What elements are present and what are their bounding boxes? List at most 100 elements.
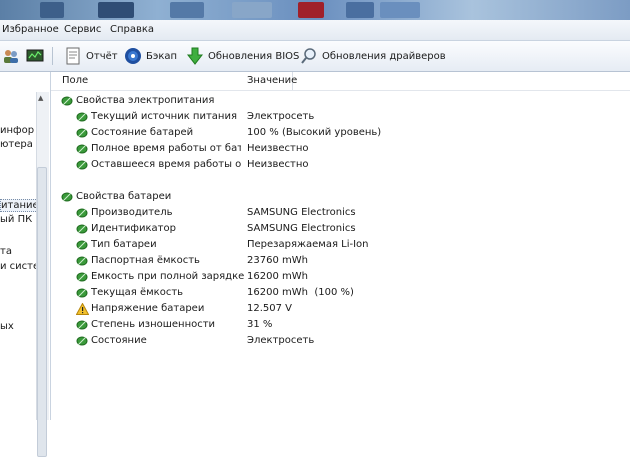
row-field: Оставшееся время работы от ...	[91, 159, 241, 170]
table-row[interactable]: Производитель SAMSUNG Electronics	[51, 205, 630, 221]
green-leaf-battery-icon	[76, 287, 89, 299]
tree-item[interactable]: ютера	[0, 139, 36, 150]
row-value: Электросеть	[247, 111, 315, 122]
row-field: Паспортная ёмкость	[91, 255, 200, 266]
table-row[interactable]: Текущая ёмкость 16200 mWh (100 %)	[51, 285, 630, 301]
tree-item[interactable]: та	[0, 246, 36, 257]
row-value: SAMSUNG Electronics	[247, 207, 356, 218]
tree-item[interactable]: инфор	[0, 125, 36, 136]
row-field: Ёмкость при полной зарядке	[91, 271, 245, 282]
taskbar-thumbnail	[346, 2, 374, 18]
group-header-power[interactable]: Свойства электропитания	[51, 93, 630, 109]
table-row[interactable]: Тип батареи Перезаряжаемая Li-Ion	[51, 237, 630, 253]
green-leaf-battery-icon	[61, 191, 74, 203]
warning-triangle-icon	[75, 302, 90, 315]
users-button[interactable]	[2, 46, 24, 66]
green-leaf-battery-icon	[76, 255, 89, 267]
taskbar-thumbnail	[98, 2, 134, 18]
green-leaf-battery-icon	[76, 239, 89, 251]
menu-favorites[interactable]: Избранное	[2, 24, 59, 35]
left-scrollbar-thumb[interactable]	[37, 167, 47, 457]
row-value: SAMSUNG Electronics	[247, 223, 356, 234]
table-row[interactable]: Паспортная ёмкость 23760 mWh	[51, 253, 630, 269]
monitor-button[interactable]	[26, 46, 48, 66]
green-leaf-battery-icon	[76, 127, 89, 139]
menu-service[interactable]: Сервис	[64, 24, 101, 35]
taskbar-thumbnail	[170, 2, 204, 18]
column-header-field[interactable]: Поле	[62, 75, 88, 86]
taskbar-thumbnail	[298, 2, 324, 18]
table-row[interactable]: Идентификатор SAMSUNG Electronics	[51, 221, 630, 237]
monitor-icon	[26, 47, 44, 65]
left-tree-pane: инфор ютера итание ый ПК та и систем ых …	[0, 72, 51, 457]
table-row[interactable]: Полное время работы от бата... Неизвестн…	[51, 141, 630, 157]
taskbar-thumbnail	[232, 2, 272, 18]
green-leaf-battery-icon	[61, 95, 74, 107]
window-title-strip	[0, 0, 630, 20]
row-field: Текущий источник питания	[91, 111, 237, 122]
report-button[interactable]: Отчёт	[64, 46, 118, 66]
group-title: Свойства электропитания	[76, 95, 215, 106]
table-row[interactable]: Ёмкость при полной зарядке 16200 mWh	[51, 269, 630, 285]
row-value: 16200 mWh	[247, 271, 308, 282]
scroll-up-icon[interactable]: ▲	[38, 94, 43, 102]
green-leaf-battery-icon	[76, 143, 89, 155]
backup-button[interactable]: Бэкап	[124, 46, 177, 66]
tree-item[interactable]: ых	[0, 321, 36, 332]
green-leaf-battery-icon	[76, 207, 89, 219]
table-row-warning[interactable]: Напряжение батареи 12.507 V	[51, 301, 630, 317]
table-row[interactable]: Степень изношенности 31 %	[51, 317, 630, 333]
row-value: 31 %	[247, 319, 273, 330]
tree-item[interactable]: ый ПК	[0, 214, 36, 225]
tree-item-selected[interactable]: итание	[0, 199, 38, 212]
taskbar-thumbnail	[380, 2, 420, 18]
magnifier-icon	[300, 47, 318, 65]
driver-updates-label: Обновления драйверов	[322, 50, 446, 62]
table-row[interactable]: Состояние Электросеть	[51, 333, 630, 349]
row-field: Полное время работы от бата...	[91, 143, 241, 154]
table-row[interactable]: Текущий источник питания Электросеть	[51, 109, 630, 125]
row-value: 100 % (Высокий уровень)	[247, 127, 382, 138]
tree-item[interactable]: и систем	[0, 261, 36, 272]
green-leaf-battery-icon	[76, 223, 89, 235]
toolbar: Отчёт Бэкап Обновления BIOS Обновления д…	[0, 41, 630, 72]
group-header-battery[interactable]: Свойства батареи	[51, 189, 630, 205]
table-row[interactable]: Оставшееся время работы от ... Неизвестн…	[51, 157, 630, 173]
toolbar-separator	[52, 47, 53, 65]
driver-updates-button[interactable]: Обновления драйверов	[300, 46, 446, 66]
bios-updates-label: Обновления BIOS	[208, 50, 300, 62]
row-value: Перезаряжаемая Li-Ion	[247, 239, 369, 250]
column-header-value[interactable]: Значение	[247, 75, 297, 86]
users-icon	[2, 47, 20, 65]
row-field: Идентификатор	[91, 223, 176, 234]
green-arrow-down-icon	[186, 47, 204, 65]
taskbar-thumbnail	[40, 2, 64, 18]
green-leaf-battery-icon	[76, 319, 89, 331]
backup-disc-icon	[124, 47, 142, 65]
green-leaf-battery-icon	[76, 271, 89, 283]
row-field: Текущая ёмкость	[91, 287, 184, 298]
row-field: Производитель	[91, 207, 173, 218]
row-field: Тип батареи	[91, 239, 157, 250]
report-label: Отчёт	[86, 50, 118, 62]
row-field: Степень изношенности	[91, 319, 216, 330]
row-value: 16200 mWh (100 %)	[247, 287, 354, 298]
bios-updates-button[interactable]: Обновления BIOS	[186, 46, 299, 66]
backup-label: Бэкап	[146, 50, 178, 62]
green-leaf-battery-icon	[76, 335, 89, 347]
green-leaf-battery-icon	[76, 111, 89, 123]
row-value: Неизвестно	[247, 143, 309, 154]
row-value: Электросеть	[247, 335, 315, 346]
menu-help[interactable]: Справка	[110, 24, 154, 35]
row-value: 23760 mWh	[247, 255, 308, 266]
table-header: Поле Значение	[51, 72, 630, 91]
row-field: Состояние	[91, 335, 147, 346]
table-row[interactable]: Состояние батарей 100 % (Высокий уровень…	[51, 125, 630, 141]
row-value: Неизвестно	[247, 159, 309, 170]
group-title: Свойства батареи	[76, 191, 172, 202]
menu-bar: Избранное Сервис Справка	[0, 20, 630, 41]
green-leaf-battery-icon	[76, 159, 89, 171]
report-icon	[64, 47, 82, 65]
row-field: Состояние батарей	[91, 127, 194, 138]
row-value: 12.507 V	[247, 303, 293, 314]
